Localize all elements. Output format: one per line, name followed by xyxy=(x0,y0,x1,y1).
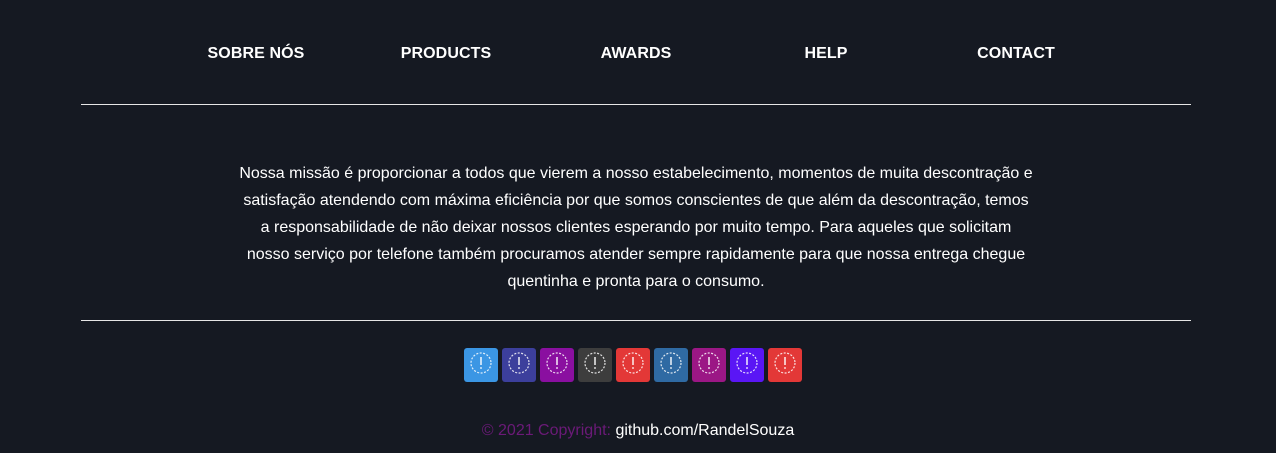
social-button[interactable] xyxy=(654,348,688,382)
bottom-divider xyxy=(81,320,1191,321)
social-button[interactable] xyxy=(616,348,650,382)
broken-icon-placeholder-icon xyxy=(660,352,682,374)
social-button[interactable] xyxy=(730,348,764,382)
nav-item-help[interactable]: HELP xyxy=(731,44,921,64)
social-button[interactable] xyxy=(768,348,802,382)
broken-icon-placeholder-icon xyxy=(546,352,568,374)
nav-item-contact[interactable]: CONTACT xyxy=(921,44,1111,64)
nav-item-products[interactable]: PRODUCTS xyxy=(351,44,541,64)
mission-text: Nossa missão é proporcionar a todos que … xyxy=(239,165,1033,290)
copyright: © 2021 Copyright: github.com/RandelSouza xyxy=(0,421,1276,440)
nav-item-sobre-nos[interactable]: SOBRE NÓS xyxy=(161,44,351,64)
footer-nav: SOBRE NÓS PRODUCTS AWARDS HELP CONTACT xyxy=(161,44,1111,64)
broken-icon-placeholder-icon xyxy=(584,352,606,374)
broken-icon-placeholder-icon xyxy=(470,352,492,374)
broken-icon-placeholder-icon xyxy=(774,352,796,374)
social-button[interactable] xyxy=(692,348,726,382)
social-button[interactable] xyxy=(578,348,612,382)
social-buttons xyxy=(464,348,806,382)
broken-icon-placeholder-icon xyxy=(698,352,720,374)
social-button[interactable] xyxy=(502,348,536,382)
nav-item-awards[interactable]: AWARDS xyxy=(541,44,731,64)
broken-icon-placeholder-icon xyxy=(622,352,644,374)
social-button[interactable] xyxy=(464,348,498,382)
broken-icon-placeholder-icon xyxy=(508,352,530,374)
broken-icon-placeholder-icon xyxy=(736,352,758,374)
top-divider xyxy=(81,104,1191,105)
copyright-label: © 2021 Copyright: xyxy=(481,422,611,439)
social-button[interactable] xyxy=(540,348,574,382)
github-link[interactable]: github.com/RandelSouza xyxy=(615,422,794,439)
